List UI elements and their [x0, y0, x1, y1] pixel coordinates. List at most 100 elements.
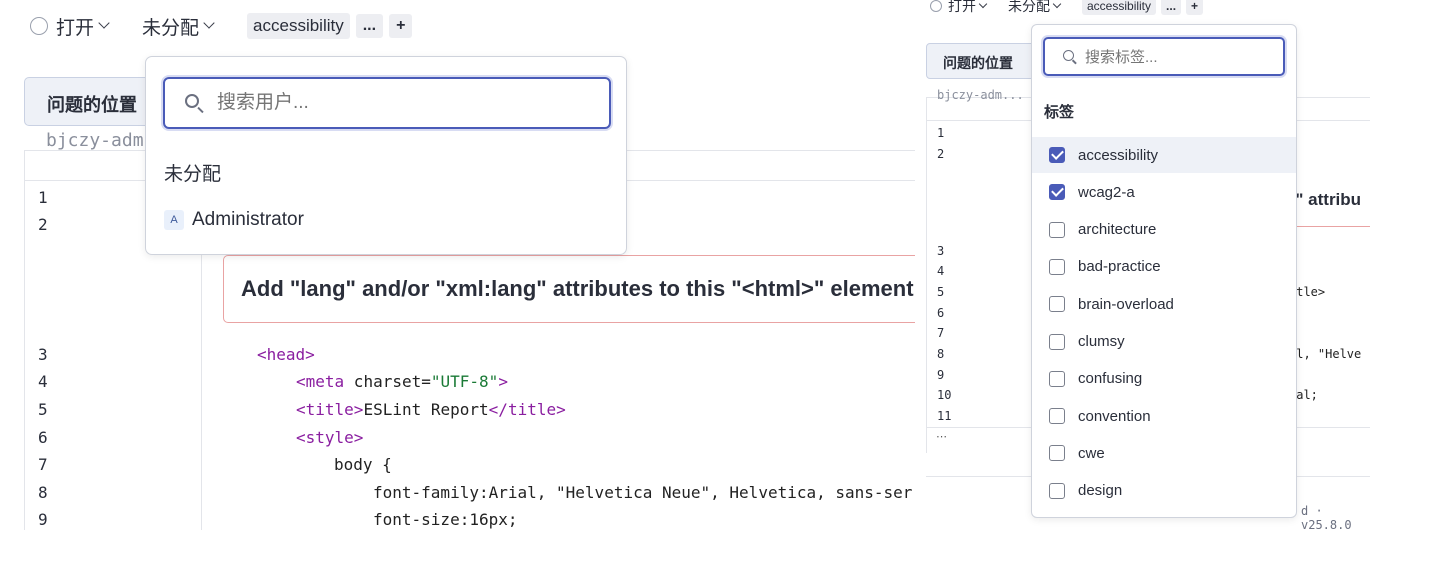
avatar: A: [164, 210, 184, 230]
assignee-dropdown-menu: 未分配 A Administrator: [145, 56, 627, 255]
line-number: 8: [38, 483, 48, 502]
line-number: 2: [38, 215, 48, 234]
user-search-field[interactable]: [163, 77, 611, 129]
assignee-label: 未分配: [142, 17, 200, 39]
label-option[interactable]: accessibility: [1032, 137, 1296, 173]
left-panel: 打开 未分配 accessibility ... + 问题的位置 bjczy-a…: [0, 0, 915, 567]
label-option-text: accessibility: [1078, 146, 1159, 164]
code-token: <title>: [296, 400, 364, 419]
checkbox-checked-icon[interactable]: [1049, 184, 1065, 201]
more-tags-button[interactable]: ...: [1161, 0, 1182, 15]
checkbox-icon[interactable]: [1049, 221, 1065, 238]
user-name: Administrator: [192, 209, 304, 230]
label-option-text: bad-practice: [1078, 258, 1161, 276]
user-search-input[interactable]: [217, 90, 597, 116]
code-line: <head>: [257, 345, 315, 364]
line-number: 2: [937, 147, 945, 161]
label-option-text: architecture: [1078, 221, 1157, 239]
issue-message: Add "lang" and/or "xml:lang" attributes …: [241, 276, 914, 301]
issue-message-box: Add "lang" and/or "xml:lang" attributes …: [223, 255, 915, 323]
issue-toolbar: 打开 未分配 accessibility ... +: [30, 12, 418, 40]
checkbox-icon[interactable]: [1049, 482, 1065, 499]
label-option-text: convention: [1078, 407, 1151, 425]
label-option[interactable]: design: [1032, 473, 1296, 509]
code-token: al, "Helve: [1289, 347, 1362, 361]
code-line: body {: [334, 455, 392, 474]
assignee-dropdown[interactable]: 未分配: [1008, 0, 1062, 16]
status-dropdown[interactable]: 打开: [930, 0, 988, 16]
label-option[interactable]: bad-practice: [1032, 249, 1296, 285]
checkbox-icon[interactable]: [1049, 445, 1065, 462]
checkbox-icon[interactable]: [1049, 296, 1065, 313]
search-icon: [1063, 50, 1074, 61]
code-line: <meta charset="UTF-8">: [296, 372, 508, 391]
code-token: "UTF-8": [430, 372, 499, 391]
label-option-text: confusing: [1078, 370, 1143, 388]
expand-icon[interactable]: ⋯: [936, 430, 947, 443]
line-number: 6: [38, 428, 48, 447]
code-token: <meta: [296, 372, 345, 391]
chevron-down-icon: [98, 17, 110, 29]
assignee-label: 未分配: [1008, 0, 1050, 14]
chevron-down-icon: [203, 17, 215, 29]
label-option[interactable]: convention: [1032, 398, 1296, 434]
add-tag-button[interactable]: +: [1186, 0, 1204, 15]
more-tags-button[interactable]: ...: [355, 14, 384, 38]
checkbox-icon[interactable]: [1049, 333, 1065, 350]
label-option[interactable]: confusing: [1032, 361, 1296, 397]
tag-accessibility[interactable]: accessibility: [247, 13, 350, 39]
add-tag-button[interactable]: +: [389, 14, 413, 38]
line-number: 10: [937, 388, 952, 402]
code-token: font-family:Arial, "Helvetica Neue", Hel…: [373, 483, 913, 502]
chevron-down-icon: [1052, 0, 1062, 9]
issue-location-button[interactable]: 问题的位置: [926, 43, 1046, 79]
line-number: 1: [38, 188, 48, 207]
code-token: body {: [334, 455, 392, 474]
label-option[interactable]: architecture: [1032, 212, 1296, 248]
line-number: 8: [937, 347, 945, 361]
code-token: font-size:16px;: [373, 510, 518, 529]
line-number: 5: [38, 400, 48, 419]
label-search-input[interactable]: [1085, 48, 1275, 66]
line-number: 3: [937, 244, 945, 258]
file-name: bjczy-adm...: [937, 88, 1024, 102]
code-token: >: [498, 372, 508, 391]
code-line: <style>: [296, 428, 363, 447]
code-line: font-size:16px;: [373, 510, 518, 529]
code-line: font-family:Arial, "Helvetica Neue", Hel…: [373, 483, 912, 502]
label-option[interactable]: brain-overload: [1032, 286, 1296, 322]
issue-box-border: [1285, 226, 1370, 227]
line-number: 4: [937, 264, 945, 278]
line-number: 7: [937, 326, 945, 340]
assignee-dropdown[interactable]: 未分配: [142, 13, 215, 40]
line-number: 9: [38, 510, 48, 529]
line-number: 3: [38, 345, 48, 364]
label-option-text: wcag2-a: [1078, 183, 1135, 201]
checkbox-checked-icon[interactable]: [1049, 147, 1065, 163]
label-search-field[interactable]: [1043, 37, 1285, 76]
label-option[interactable]: clumsy: [1032, 324, 1296, 360]
line-number: 7: [38, 455, 48, 474]
code-token: <style>: [296, 428, 364, 447]
code-token: charset=: [344, 372, 431, 391]
status-dropdown[interactable]: 打开: [30, 13, 110, 40]
code-line: <title>ESLint Report</title>: [296, 400, 566, 419]
line-number: 6: [937, 306, 945, 320]
checkbox-icon[interactable]: [1049, 258, 1065, 275]
label-option[interactable]: wcag2-a: [1032, 174, 1296, 210]
version-text: d · v25.8.0: [1301, 504, 1352, 532]
label-option-text: design: [1078, 482, 1123, 500]
right-panel: 打开 未分配 accessibility ... + 问题的位置 bjczy-a…: [915, 0, 1370, 567]
tag-accessibility[interactable]: accessibility: [1082, 0, 1157, 15]
option-unassigned[interactable]: 未分配: [164, 159, 221, 186]
labels-header: 标签: [1044, 104, 1075, 121]
checkbox-icon[interactable]: [1049, 370, 1065, 387]
option-administrator[interactable]: A Administrator: [164, 209, 304, 231]
label-option-text: clumsy: [1078, 333, 1125, 350]
code-token: <head>: [257, 345, 315, 364]
status-label: 打开: [948, 0, 976, 14]
label-option[interactable]: cwe: [1032, 435, 1296, 471]
issue-location-button[interactable]: 问题的位置: [24, 77, 164, 126]
open-status-icon: [930, 0, 942, 12]
checkbox-icon[interactable]: [1049, 408, 1065, 425]
